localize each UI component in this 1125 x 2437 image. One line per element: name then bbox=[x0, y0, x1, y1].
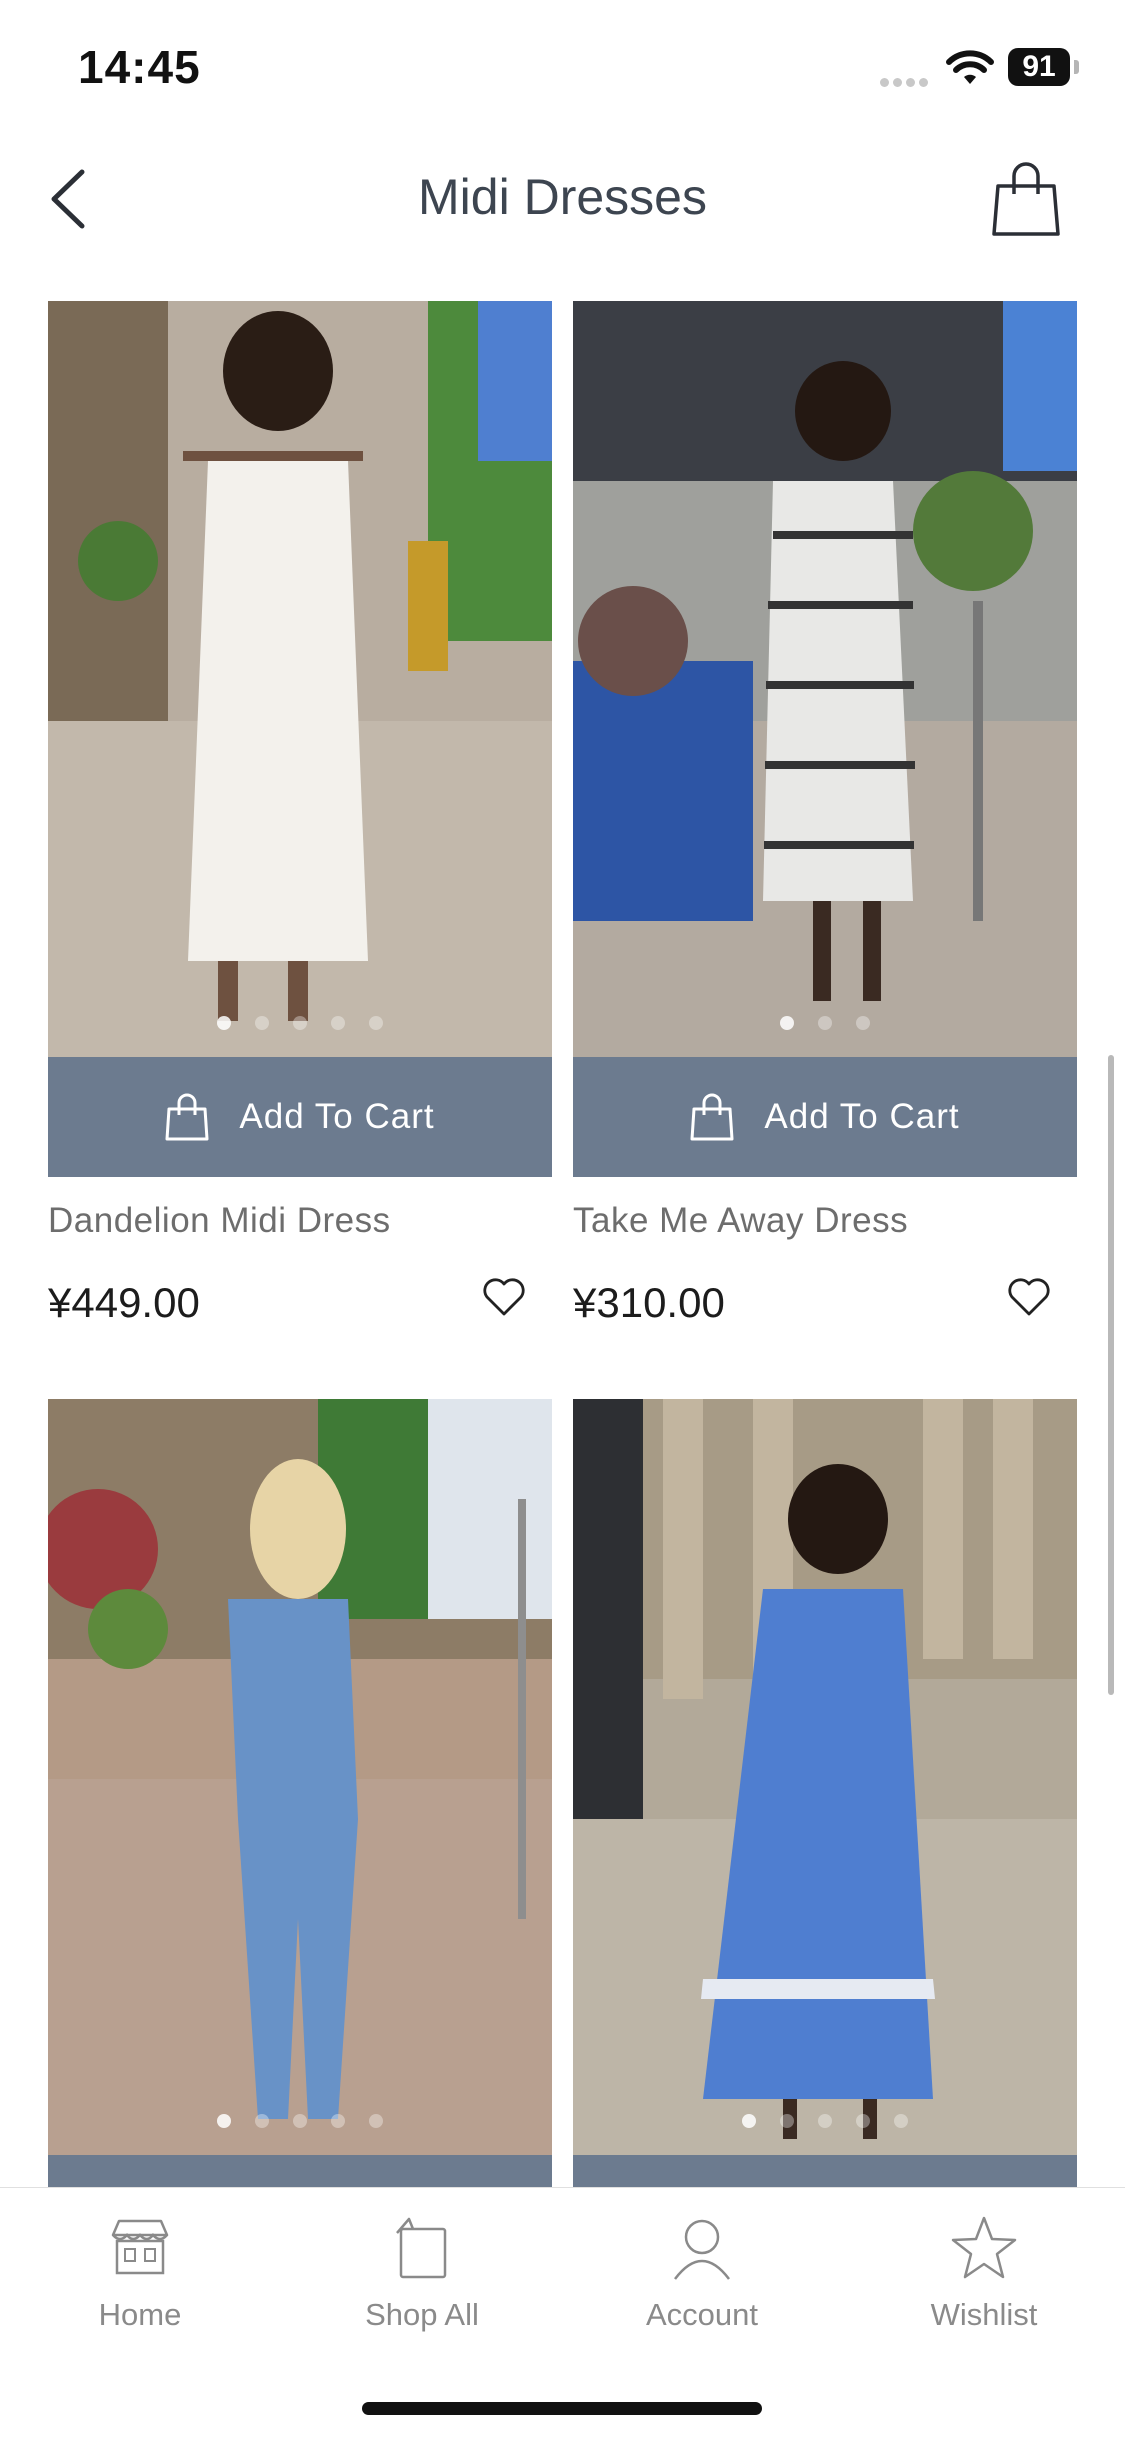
image-pagination-dots[interactable] bbox=[48, 2114, 552, 2133]
add-to-cart-button[interactable] bbox=[48, 2155, 552, 2187]
product-image[interactable] bbox=[48, 301, 552, 1057]
add-to-cart-label: Add To Cart bbox=[764, 1097, 960, 1136]
home-indicator[interactable] bbox=[362, 2402, 762, 2415]
add-to-cart-label: Add To Cart bbox=[239, 1097, 435, 1136]
shopping-bag-icon[interactable] bbox=[990, 160, 1062, 238]
star-icon bbox=[951, 2216, 1017, 2279]
add-to-cart-button[interactable]: Add To Cart bbox=[48, 1057, 552, 1177]
navigation-bar: Midi Dresses bbox=[0, 140, 1125, 260]
tab-bar: Home Shop All Account Wishlist bbox=[0, 2187, 1125, 2437]
wifi-icon bbox=[946, 50, 994, 84]
product-name[interactable]: Dandelion Midi Dress bbox=[48, 1201, 391, 1241]
tab-home[interactable]: Home bbox=[40, 2213, 240, 2333]
product-price: ¥449.00 bbox=[48, 1279, 200, 1326]
tab-shop-all[interactable]: Shop All bbox=[322, 2213, 522, 2333]
product-card[interactable]: Add To Cart Take Me Away Dress ¥310.00 bbox=[573, 301, 1077, 1326]
tab-label: Account bbox=[645, 2297, 758, 2332]
product-image[interactable] bbox=[48, 1399, 552, 2155]
status-time: 14:45 bbox=[78, 41, 201, 93]
store-icon bbox=[111, 2219, 169, 2275]
page-title: Midi Dresses bbox=[418, 169, 707, 225]
product-name[interactable]: Take Me Away Dress bbox=[573, 1201, 908, 1241]
image-pagination-dots[interactable] bbox=[573, 2114, 1077, 2133]
product-card[interactable] bbox=[573, 1399, 1077, 2187]
add-to-cart-button[interactable] bbox=[573, 2155, 1077, 2187]
shopping-bag-icon bbox=[690, 1093, 734, 1141]
tab-account[interactable]: Account bbox=[602, 2213, 802, 2333]
heart-icon[interactable] bbox=[1007, 1277, 1051, 1317]
status-bar: 14:45 91 bbox=[0, 0, 1125, 140]
add-to-cart-button[interactable]: Add To Cart bbox=[573, 1057, 1077, 1177]
tab-wishlist[interactable]: Wishlist bbox=[884, 2213, 1084, 2333]
tab-label: Home bbox=[98, 2297, 182, 2332]
product-image[interactable] bbox=[573, 1399, 1077, 2155]
image-pagination-dots[interactable] bbox=[48, 1016, 552, 1035]
product-price: ¥310.00 bbox=[573, 1279, 725, 1326]
scrollbar[interactable] bbox=[1108, 1055, 1114, 1695]
tab-label: Shop All bbox=[365, 2297, 479, 2332]
shopping-bag-icon bbox=[396, 2217, 447, 2279]
user-icon bbox=[674, 2219, 730, 2280]
shopping-bag-icon bbox=[165, 1093, 209, 1141]
cellular-signal-icon bbox=[880, 74, 932, 92]
tab-label: Wishlist bbox=[930, 2297, 1038, 2332]
heart-icon[interactable] bbox=[482, 1277, 526, 1317]
product-image[interactable] bbox=[573, 301, 1077, 1057]
product-card[interactable]: Add To Cart Dandelion Midi Dress ¥449.00 bbox=[48, 301, 552, 1326]
image-pagination-dots[interactable] bbox=[573, 1016, 1077, 1035]
battery-cap bbox=[1074, 60, 1079, 74]
battery-level: 91 bbox=[1008, 48, 1070, 86]
product-card[interactable] bbox=[48, 1399, 552, 2187]
